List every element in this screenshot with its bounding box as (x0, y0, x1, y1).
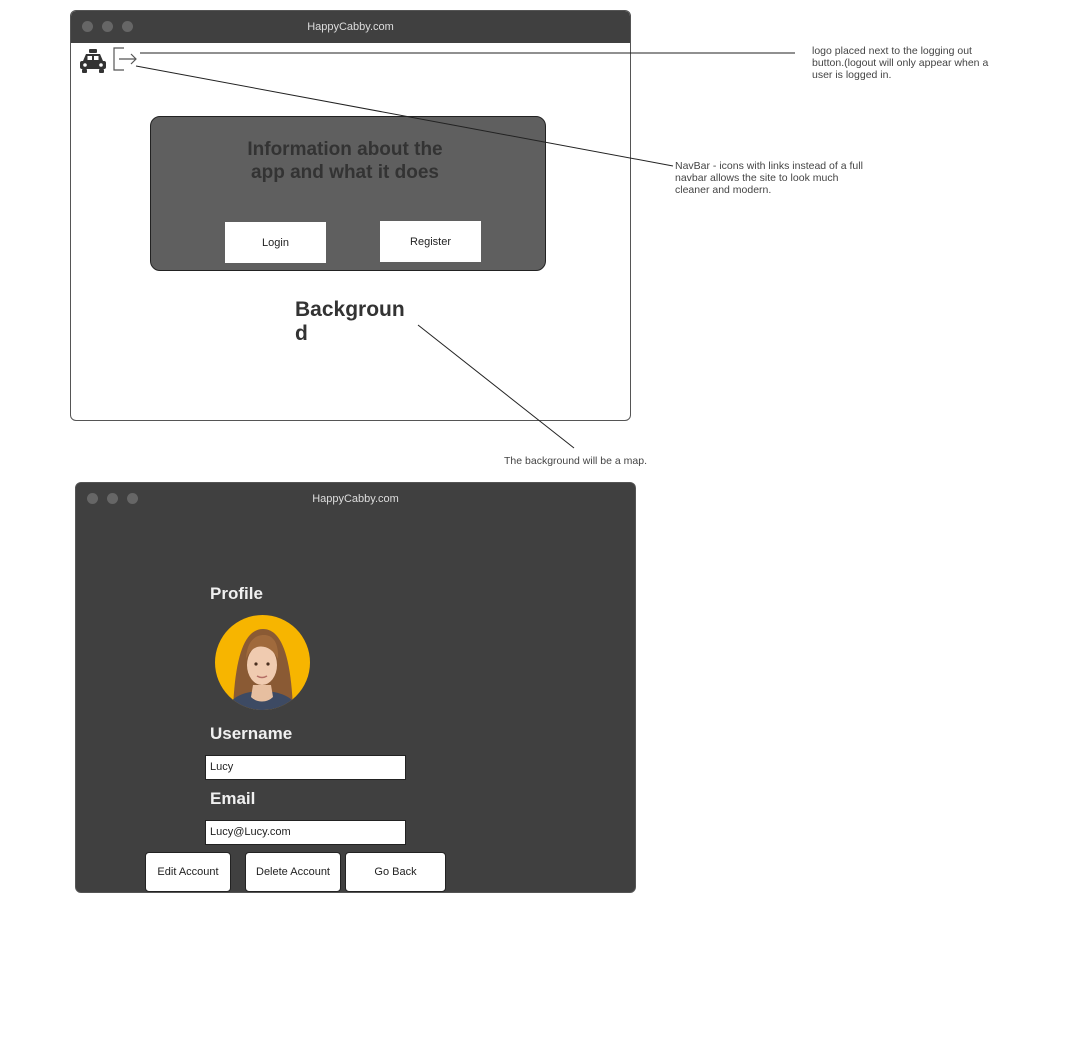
background-note: The background will be a map. (504, 455, 647, 467)
info-text: Information about the app and what it do… (247, 139, 443, 183)
delete-account-button[interactable]: Delete Account (245, 852, 341, 892)
info-panel: Information about the app and what it do… (150, 116, 546, 271)
window-control-maximize[interactable] (122, 21, 133, 32)
username-field[interactable]: Lucy (205, 755, 406, 780)
navbar-note: NavBar - icons with links instead of a f… (675, 160, 863, 196)
window-control-minimize[interactable] (107, 493, 118, 504)
profile-heading: Profile (210, 584, 263, 603)
titlebar: HappyCabby.com (71, 11, 630, 43)
window-title: HappyCabby.com (307, 21, 394, 33)
username-label: Username (210, 724, 293, 743)
edit-account-button[interactable]: Edit Account (145, 852, 231, 892)
window-control-close[interactable] (82, 21, 93, 32)
window-control-maximize[interactable] (127, 493, 138, 504)
window-control-minimize[interactable] (102, 21, 113, 32)
email-label: Email (210, 789, 256, 808)
logout-icon[interactable] (112, 46, 138, 72)
login-button[interactable]: Login (225, 222, 326, 263)
register-button[interactable]: Register (380, 221, 481, 262)
email-field[interactable]: Lucy@Lucy.com (205, 820, 406, 845)
window-title: HappyCabby.com (312, 493, 399, 505)
titlebar: HappyCabby.com (76, 483, 635, 515)
home-window: HappyCabby.com Information about the app… (70, 10, 631, 421)
window-control-close[interactable] (87, 493, 98, 504)
logo-note: logo placed next to the logging out butt… (812, 45, 989, 81)
go-back-button[interactable]: Go Back (345, 852, 446, 892)
avatar (215, 615, 310, 710)
background-label: Background (295, 298, 405, 343)
taxi-icon[interactable] (78, 46, 108, 76)
